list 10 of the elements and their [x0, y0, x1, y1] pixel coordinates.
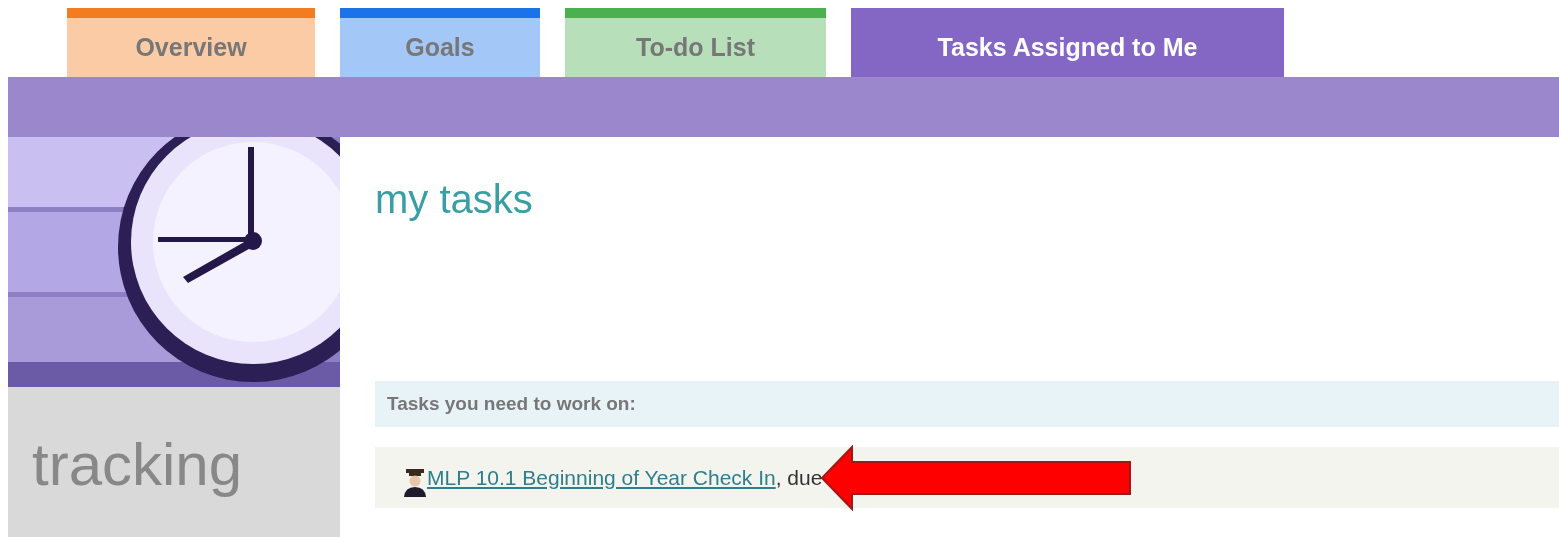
- tab[interactable]: To-do List: [565, 8, 826, 77]
- due-text: , due: [775, 465, 823, 490]
- tab[interactable]: Goals: [340, 8, 540, 77]
- page-heading: my tasks: [375, 177, 534, 223]
- task-link[interactable]: MLP 10.1 Beginning of Year Check In: [427, 465, 776, 490]
- sidebar-title: tracking: [32, 435, 244, 495]
- tab[interactable]: Tasks Assigned to Me: [851, 8, 1284, 77]
- section-title: Tasks you need to work on:: [387, 393, 636, 415]
- graduate-icon: [403, 468, 427, 497]
- tab[interactable]: Overview: [67, 8, 315, 77]
